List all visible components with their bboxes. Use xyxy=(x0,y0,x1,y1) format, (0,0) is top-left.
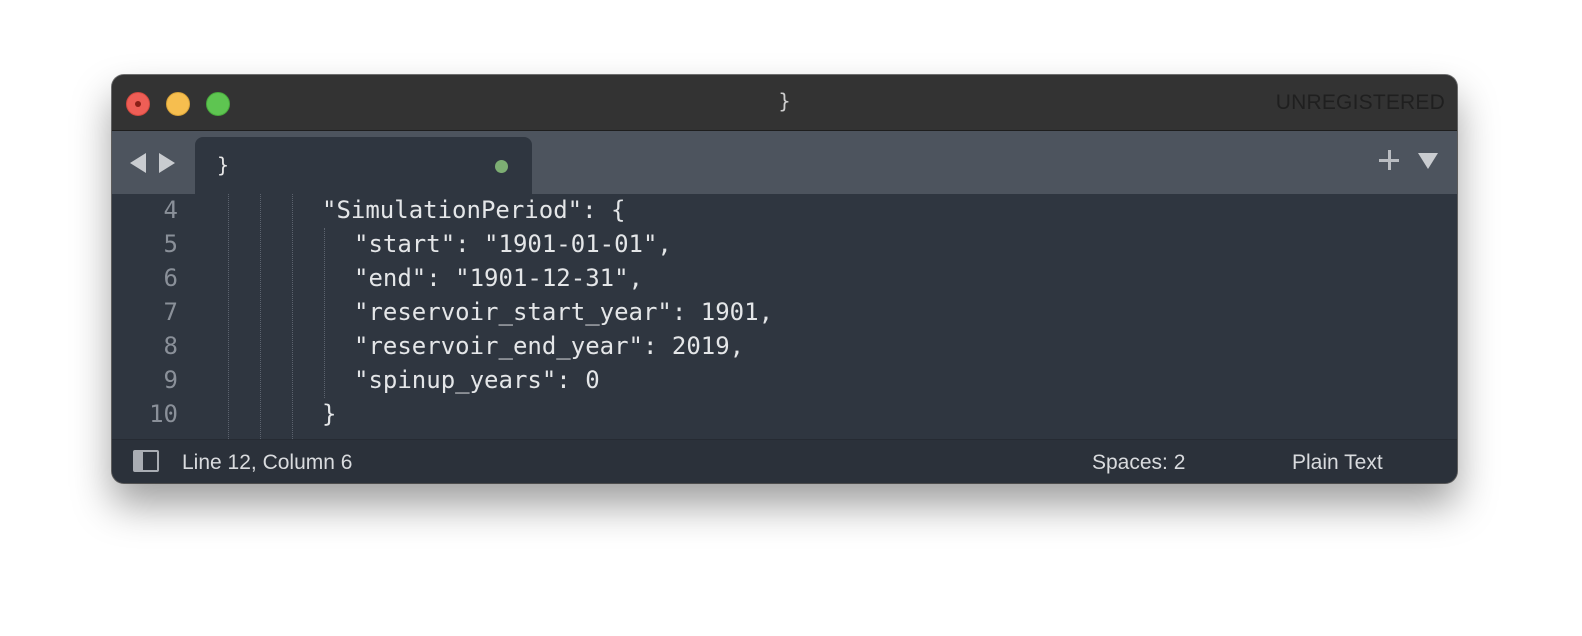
code-line: 9 "spinup_years": 0 xyxy=(112,364,1457,398)
title-bar[interactable]: } UNREGISTERED xyxy=(112,75,1457,131)
sidebar-toggle-icon[interactable] xyxy=(133,450,159,472)
dropdown-icon[interactable] xyxy=(1418,153,1438,169)
line-number: 8 xyxy=(163,332,178,360)
line-text: "reservoir_end_year": 2019, xyxy=(354,332,745,360)
line-text: "reservoir_start_year": 1901, xyxy=(354,298,774,326)
line-text: "end": "1901-12-31", xyxy=(354,264,643,292)
line-number: 7 xyxy=(163,298,178,326)
tab-navigation xyxy=(130,153,178,173)
line-number: 4 xyxy=(163,196,178,224)
code-line: 4 "SimulationPeriod": { xyxy=(112,194,1457,228)
tab-label: } xyxy=(217,153,230,177)
arrow-left-icon[interactable] xyxy=(130,153,146,173)
line-number: 9 xyxy=(163,366,178,394)
line-text: "SimulationPeriod": { xyxy=(322,196,626,224)
arrow-right-icon[interactable] xyxy=(159,153,175,173)
line-number: 5 xyxy=(163,230,178,258)
line-number: 6 xyxy=(163,264,178,292)
tab-active[interactable]: } xyxy=(195,137,532,194)
indentation-setting[interactable]: Spaces: 2 xyxy=(1092,451,1185,475)
code-line: 5 "start": "1901-01-01", xyxy=(112,228,1457,262)
window-title: } xyxy=(778,89,791,113)
line-number: 10 xyxy=(149,400,178,428)
line-text: "spinup_years": 0 xyxy=(354,366,600,394)
code-line: 6 "end": "1901-12-31", xyxy=(112,262,1457,296)
unregistered-label: UNREGISTERED xyxy=(1275,91,1445,114)
unsaved-indicator-icon[interactable] xyxy=(495,160,508,173)
plus-icon[interactable] xyxy=(1379,150,1399,170)
status-bar: Line 12, Column 6 Spaces: 2 Plain Text xyxy=(112,439,1457,483)
code-line: 10 } xyxy=(112,398,1457,432)
line-text: "start": "1901-01-01", xyxy=(354,230,672,258)
line-text: } xyxy=(322,400,337,428)
syntax-selector[interactable]: Plain Text xyxy=(1292,451,1383,475)
cursor-position[interactable]: Line 12, Column 6 xyxy=(182,451,352,475)
editor-window: } UNREGISTERED } 4 "SimulationPeriod": {… xyxy=(112,75,1457,483)
tab-bar: } xyxy=(112,131,1457,194)
code-editor[interactable]: 4 "SimulationPeriod": { 5 "start": "1901… xyxy=(112,194,1457,439)
code-line: 8 "reservoir_end_year": 2019, xyxy=(112,330,1457,364)
code-line: 7 "reservoir_start_year": 1901, xyxy=(112,296,1457,330)
